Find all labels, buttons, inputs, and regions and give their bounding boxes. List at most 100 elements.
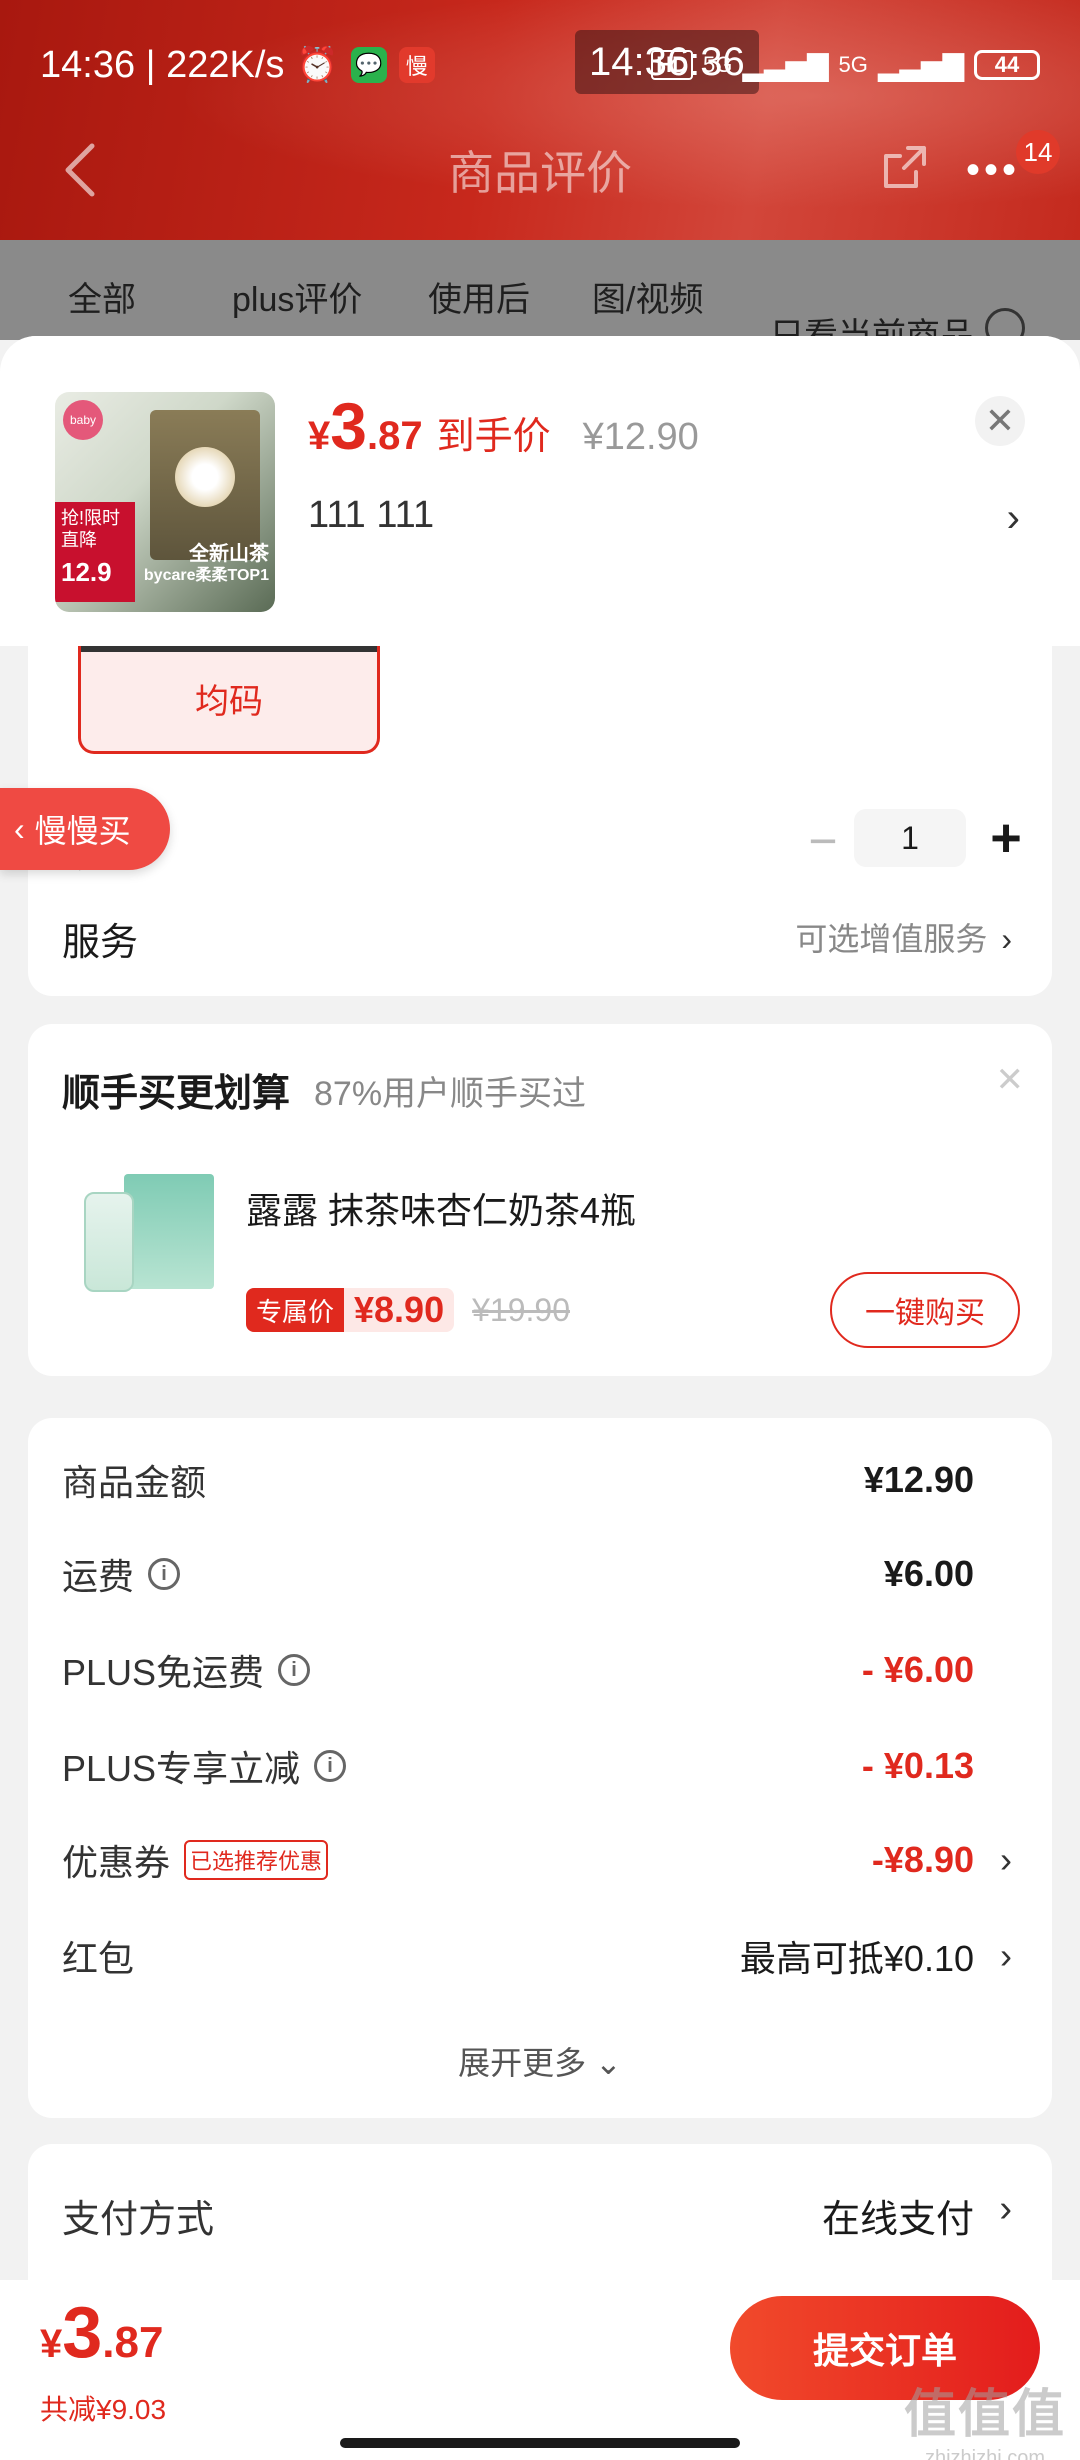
sheet-product-header: baby 抢!限时直降 12.9 全新山茶 bycare柔柔TOP1 ¥ 3 .…	[0, 336, 1080, 646]
fee-label: PLUS专享立减	[62, 1748, 301, 1789]
fee-label: 运费	[62, 1556, 135, 1597]
camellia-graphic	[175, 447, 235, 507]
exclusive-price-badge: 专属价	[246, 1288, 345, 1332]
fee-label: 商品金额	[62, 1462, 207, 1503]
tab-all[interactable]: 全部	[68, 272, 136, 321]
hd-icon: HD	[651, 50, 693, 80]
bundle-subtitle: 87%用户顺手买过	[314, 1075, 587, 1113]
service-label: 服务	[62, 922, 139, 964]
chevron-right-icon: ›	[1000, 1839, 1012, 1880]
page-title: 商品评价	[448, 147, 632, 199]
fee-label: 优惠券	[62, 1842, 171, 1883]
fees-card: 商品金额 ¥12.90 运费 i ¥6.00 PLUS免运费 i - ¥6.00…	[28, 1418, 1052, 2118]
total-saved: 共减¥9.03	[40, 2394, 167, 2425]
close-icon[interactable]: ✕	[975, 396, 1025, 446]
notification-badge: 14	[1016, 130, 1060, 174]
close-icon[interactable]: ✕	[996, 1060, 1025, 1100]
price-symbol: ¥	[308, 414, 331, 458]
more-icon[interactable]: •••	[966, 148, 1020, 193]
promo-tag-text: 抢!限时直降	[61, 508, 121, 550]
fee-row-shipping: 运费 i ¥6.00	[62, 1544, 1012, 1604]
chevron-down-icon: ⌄	[595, 2045, 622, 2081]
fee-row-goods-amount: 商品金额 ¥12.90	[62, 1450, 1012, 1510]
total-price-symbol: ¥	[40, 2322, 63, 2366]
total-price: ¥ 3 .87	[40, 2292, 163, 2374]
bundle-card: 顺手买更划算 87%用户顺手买过 ✕ 露露 抹茶味杏仁奶茶4瓶 专属价 ¥8.9…	[28, 1024, 1052, 1376]
quantity-input[interactable]: 1	[854, 809, 966, 867]
fee-value: - ¥6.00	[861, 1649, 974, 1690]
info-icon[interactable]: i	[314, 1750, 347, 1782]
bundle-bottle	[84, 1192, 134, 1292]
share-icon[interactable]	[880, 142, 930, 192]
fee-value: ¥12.90	[863, 1459, 974, 1500]
spec-card: 均码 数量 − 1 + 服务 可选增值服务›	[28, 646, 1052, 996]
bundle-original-price: ¥19.90	[472, 1291, 570, 1328]
chevron-right-icon[interactable]: ›	[1007, 496, 1020, 541]
banner-line-2: bycare柔柔TOP1	[143, 567, 269, 584]
info-icon[interactable]: i	[148, 1558, 181, 1590]
watermark-main: 值值值	[903, 2386, 1066, 2444]
watermark-domain: zhizhizhi.com	[924, 2447, 1046, 2460]
coupon-tag: 已选推荐优惠	[184, 1840, 329, 1880]
bundle-title: 顺手买更划算	[62, 1073, 291, 1115]
banner-line-1: 全新山茶	[189, 543, 269, 565]
one-click-buy-button[interactable]: 一键购买	[830, 1272, 1020, 1348]
slow-buy-float-button[interactable]: ‹ 慢慢买	[0, 788, 170, 870]
product-image[interactable]: baby 抢!限时直降 12.9 全新山茶 bycare柔柔TOP1	[55, 392, 275, 612]
brand-logo: baby	[63, 400, 103, 440]
fee-row-plus-free-shipping: PLUS免运费 i - ¥6.00	[62, 1640, 1012, 1700]
wechat-icon: 💬	[350, 47, 387, 83]
bundle-price-bar: 专属价 ¥8.90 ¥19.90	[246, 1286, 570, 1334]
quantity-plus-button[interactable]: +	[976, 808, 1036, 868]
chevron-right-icon: ›	[1001, 921, 1012, 957]
total-price-integer: 3	[62, 2293, 103, 2373]
total-price-decimal: .87	[102, 2318, 164, 2367]
bundle-product-name[interactable]: 露露 抹茶味杏仁奶茶4瓶	[246, 1182, 636, 1234]
watermark: 值值值 zhizhizhi.com	[904, 2372, 1066, 2460]
selected-spec[interactable]: 111 111	[308, 494, 434, 537]
expand-more-label: 展开更多	[458, 2045, 587, 2081]
chevron-right-icon: ›	[1000, 1935, 1012, 1976]
alarm-icon: ⏰	[296, 46, 339, 84]
network-label-1: 5G	[703, 52, 733, 77]
bundle-product-image[interactable]	[74, 1164, 214, 1314]
signal-icon-1: ▂▃▅▇	[742, 49, 829, 81]
battery-icon: 44	[974, 50, 1040, 80]
price-decimal: .87	[366, 414, 423, 458]
fee-row-red-packet[interactable]: 红包 最高可抵¥0.10 ›	[62, 1926, 1012, 1986]
product-price: ¥ 3 .87 到手价 ¥12.90	[308, 388, 699, 464]
back-icon[interactable]	[60, 140, 100, 200]
quantity-minus-button[interactable]: −	[798, 811, 848, 871]
tab-photo-video[interactable]: 图/视频	[592, 272, 703, 321]
status-bar: 14:36 | 222K/s ⏰ 💬 慢 14:36:36 HD 5G ▂▃▅▇…	[40, 30, 1040, 100]
fee-row-coupon[interactable]: 优惠券 已选推荐优惠 -¥8.90 ›	[62, 1830, 1012, 1890]
fee-label: PLUS免运费	[62, 1652, 265, 1693]
status-time-speed: 14:36 | 222K/s	[40, 43, 285, 86]
promo-tag-price: 12.9	[61, 557, 112, 588]
nav-bar: 商品评价 ••• 14	[0, 120, 1080, 220]
fee-value: ¥6.00	[883, 1553, 974, 1594]
fee-value: -¥8.90	[871, 1839, 974, 1880]
price-tag: 到手价	[436, 416, 551, 458]
service-value: 可选增值服务	[795, 921, 988, 957]
chevron-right-icon: ›	[999, 2188, 1012, 2230]
tab-plus-reviews[interactable]: plus评价	[232, 272, 362, 321]
slow-buy-label: 慢慢买	[34, 813, 131, 849]
service-selector[interactable]: 可选增值服务 ›	[795, 914, 1012, 960]
product-image-banner: 全新山茶 bycare柔柔TOP1	[135, 542, 275, 585]
fee-row-plus-discount: PLUS专享立减 i - ¥0.13	[62, 1736, 1012, 1796]
expand-more-button[interactable]: 展开更多 ⌄	[28, 2038, 1052, 2084]
fee-label: 红包	[62, 1938, 135, 1979]
home-indicator[interactable]	[340, 2438, 740, 2448]
fee-value: 最高可抵¥0.10	[739, 1938, 974, 1979]
signal-icon-2: ▂▃▅▇	[877, 49, 964, 81]
info-icon[interactable]: i	[278, 1654, 311, 1686]
bundle-box	[124, 1174, 214, 1289]
network-label-2: 5G	[838, 52, 868, 77]
payment-value: 在线支付	[821, 2199, 974, 2241]
size-option-selected[interactable]: 均码	[78, 646, 380, 754]
payment-label: 支付方式	[62, 2199, 215, 2241]
tab-after-use[interactable]: 使用后	[428, 272, 530, 321]
promo-tag: 抢!限时直降 12.9	[55, 502, 135, 602]
bundle-price: ¥8.90	[344, 1288, 455, 1332]
